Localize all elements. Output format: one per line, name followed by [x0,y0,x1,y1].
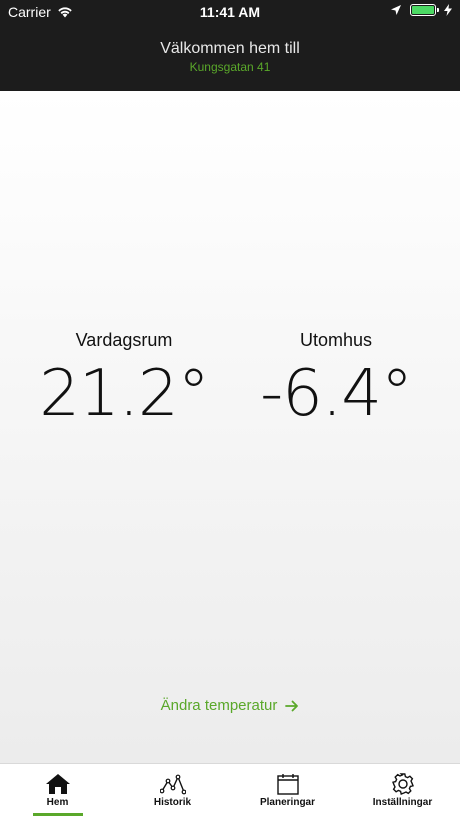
outdoor-temperature-block: Utomhus -6.4° [221,330,451,431]
tab-installningar-label: Inställningar [372,797,433,808]
tab-historik[interactable]: Historik [115,764,230,818]
tab-planeringar[interactable]: Planeringar [230,764,345,818]
battery-level [412,6,434,14]
change-temperature-label: Ändra temperatur [160,697,278,714]
home-icon [45,774,70,794]
tab-hem[interactable]: Hem [0,764,115,818]
indoor-temperature-label: Vardagsrum [75,330,173,350]
tab-planeringar-label: Planeringar [259,797,316,808]
home-address: Kungsgatan 41 [189,60,271,74]
charging-bolt-icon [444,4,452,16]
tab-bar: Hem Historik Planeringar Inställningar [0,763,460,818]
tab-hem-label: Hem [46,797,69,808]
indoor-temperature-value: 21.2° [39,357,210,431]
outdoor-temperature-label: Utomhus [299,330,373,350]
welcome-title: Välkommen hem till [160,40,300,57]
app-header: Carrier 11:41 AM Välkommen hem till Kung… [0,0,460,91]
arrow-right-icon [285,700,299,711]
indoor-temperature-block: Vardagsrum 21.2° [9,330,239,431]
battery-icon [410,4,439,16]
status-icons [390,4,452,16]
tab-historik-label: Historik [153,797,192,808]
outdoor-temperature-value: -6.4° [260,357,413,431]
history-graph-icon [159,774,186,795]
status-bar: Carrier 11:41 AM [0,0,460,24]
change-temperature-link[interactable]: Ändra temperatur [0,697,460,714]
location-arrow-icon [391,5,401,15]
tab-installningar[interactable]: Inställningar [345,764,460,818]
gear-icon [391,773,414,795]
calendar-icon [276,774,299,795]
home-screen: Vardagsrum 21.2° Utomhus -6.4° Ändra tem… [0,91,460,763]
